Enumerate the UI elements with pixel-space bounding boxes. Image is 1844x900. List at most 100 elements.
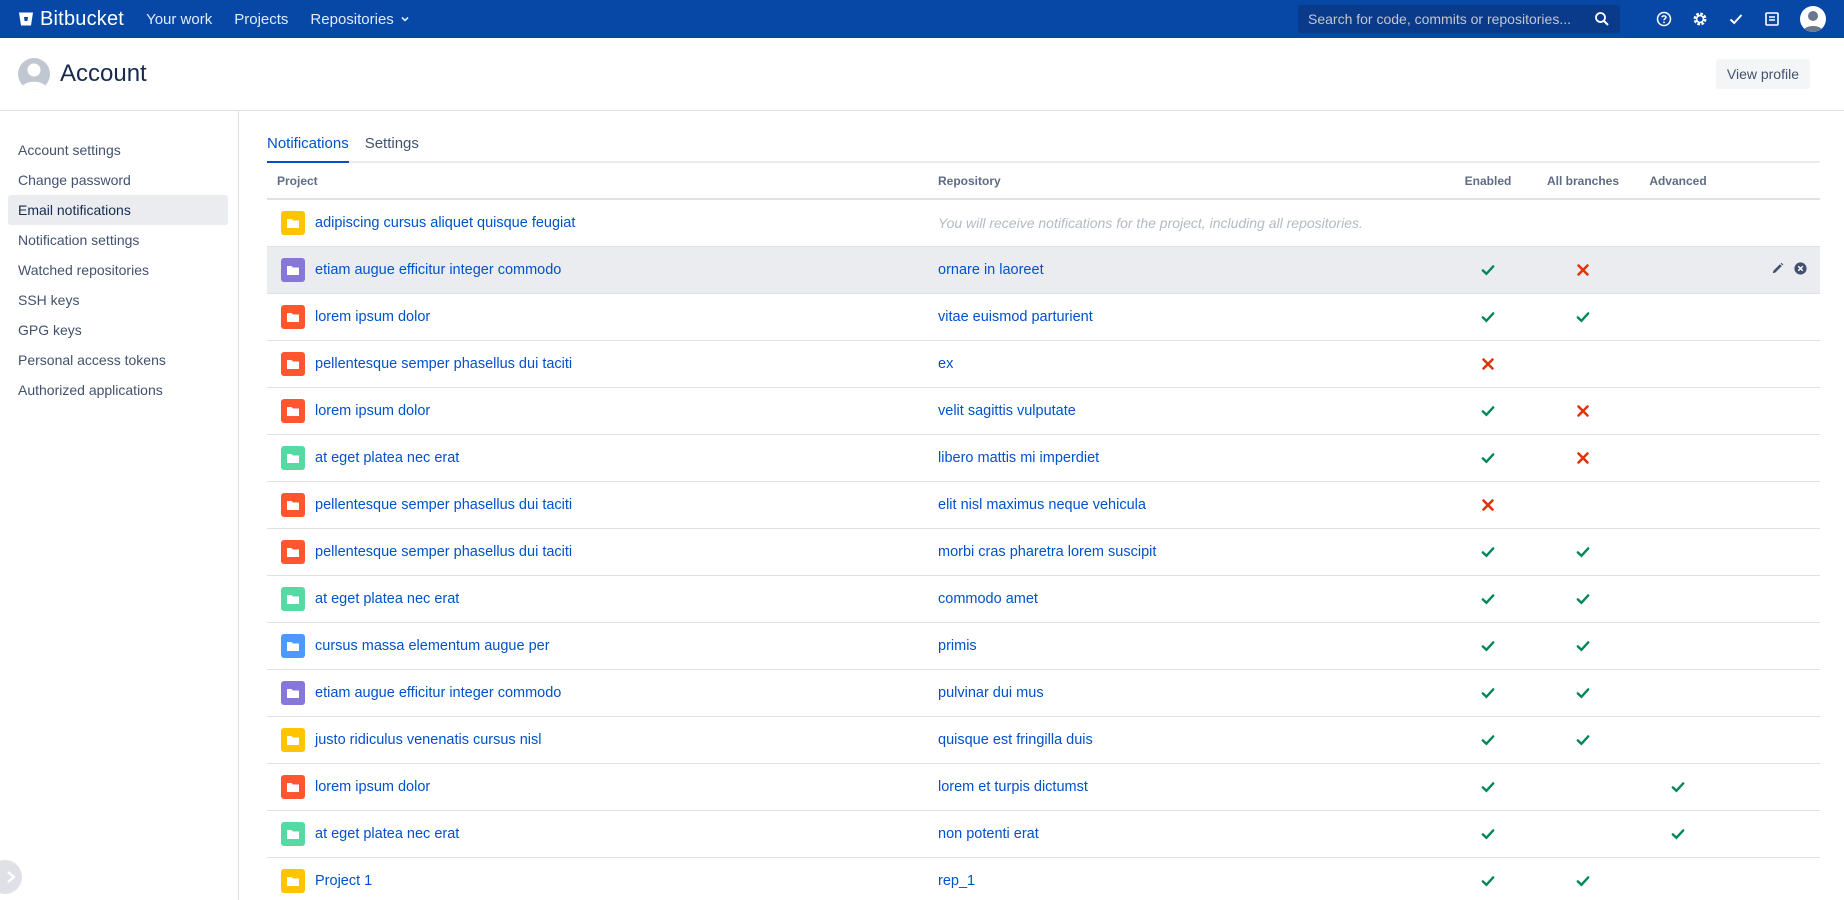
sidebar-item-email-notifications[interactable]: Email notifications <box>8 195 228 225</box>
help-icon[interactable] <box>1654 9 1674 29</box>
nav-your-work[interactable]: Your work <box>146 11 212 28</box>
project-link[interactable]: justo ridiculus venenatis cursus nisl <box>315 732 541 748</box>
table-row[interactable]: pellentesque semper phasellus dui taciti… <box>267 340 1820 388</box>
project-link[interactable]: pellentesque semper phasellus dui taciti <box>315 497 572 513</box>
repository-link[interactable]: morbi cras pharetra lorem suscipit <box>938 544 1156 560</box>
project-link[interactable]: adipiscing cursus aliquet quisque feugia… <box>315 215 575 231</box>
table-body: adipiscing cursus aliquet quisque feugia… <box>267 199 1820 900</box>
table-row[interactable]: lorem ipsum dolor lorem et turpis dictums… <box>267 763 1820 811</box>
page-header: Account View profile <box>0 38 1844 111</box>
user-avatar[interactable] <box>1800 6 1826 32</box>
project-link[interactable]: Project 1 <box>315 873 372 889</box>
table-row[interactable]: at eget platea nec erat commodo amet <box>267 575 1820 623</box>
project-link[interactable]: at eget platea nec erat <box>315 450 459 466</box>
project-link[interactable]: pellentesque semper phasellus dui taciti <box>315 356 572 372</box>
table-row[interactable]: adipiscing cursus aliquet quisque feugia… <box>267 199 1820 247</box>
repository-link[interactable]: quisque est fringilla duis <box>938 732 1093 748</box>
sidebar-item-authorized-applications[interactable]: Authorized applications <box>8 375 228 405</box>
checkmark-icon[interactable] <box>1726 9 1746 29</box>
tab-notifications[interactable]: Notifications <box>267 135 349 163</box>
repository-link[interactable]: primis <box>938 638 977 654</box>
table-row[interactable]: at eget platea nec erat non potenti erat <box>267 810 1820 858</box>
sidebar-item-account-settings[interactable]: Account settings <box>8 135 228 165</box>
repository-link[interactable]: rep_1 <box>938 873 975 889</box>
header-project[interactable]: Project <box>267 163 938 200</box>
table-row[interactable]: etiam augue efficitur integer commodo orn… <box>267 246 1820 294</box>
table-row[interactable]: etiam augue efficitur integer commodo pul… <box>267 669 1820 717</box>
table-row[interactable]: cursus massa elementum augue per primis <box>267 622 1820 670</box>
sidebar-expand-button[interactable] <box>0 860 22 894</box>
view-profile-button[interactable]: View profile <box>1715 59 1810 89</box>
repository-link[interactable]: velit sagittis vulputate <box>938 403 1076 419</box>
project-cell: at eget platea nec erat <box>267 434 938 482</box>
repository-link[interactable]: non potenti erat <box>938 826 1039 842</box>
project-folder-icon <box>281 351 305 376</box>
repository-link[interactable]: vitae euismod parturient <box>938 309 1093 325</box>
enabled-cell <box>1443 716 1533 764</box>
search-icon[interactable] <box>1594 11 1610 27</box>
all-branches-cell <box>1533 293 1633 341</box>
table-row[interactable]: justo ridiculus venenatis cursus nisl qui… <box>267 716 1820 764</box>
project-link[interactable]: at eget platea nec erat <box>315 826 459 842</box>
header-advanced[interactable]: Advanced <box>1633 163 1723 200</box>
header-repository[interactable]: Repository <box>938 163 1443 200</box>
project-link[interactable]: at eget platea nec erat <box>315 591 459 607</box>
project-cell: pellentesque semper phasellus dui taciti <box>267 528 938 576</box>
project-link[interactable]: cursus massa elementum augue per <box>315 638 550 654</box>
bitbucket-logo[interactable]: Bitbucket <box>18 8 124 31</box>
repository-link[interactable]: ex <box>938 356 953 372</box>
tab-settings[interactable]: Settings <box>365 135 419 161</box>
search-input[interactable] <box>1308 11 1588 27</box>
table-row[interactable]: lorem ipsum dolor vitae euismod parturien… <box>267 293 1820 341</box>
table-row[interactable]: pellentesque semper phasellus dui taciti… <box>267 481 1820 529</box>
project-entry: etiam augue efficitur integer commodo <box>277 257 938 282</box>
project-link[interactable]: lorem ipsum dolor <box>315 779 430 795</box>
account-avatar <box>18 58 50 90</box>
account-avatar-icon <box>21 63 47 90</box>
sidebar-item-change-password[interactable]: Change password <box>8 165 228 195</box>
enabled-check-icon <box>1480 402 1496 418</box>
project-cell: etiam augue efficitur integer commodo <box>267 669 938 717</box>
table-row[interactable]: at eget platea nec erat libero mattis mi … <box>267 434 1820 482</box>
search-box[interactable] <box>1298 5 1620 33</box>
enabled-cell <box>1443 669 1533 717</box>
advanced-cell <box>1633 669 1723 717</box>
repository-link[interactable]: elit nisl maximus neque vehicula <box>938 497 1146 513</box>
remove-circle-icon[interactable] <box>1793 261 1808 279</box>
project-link[interactable]: pellentesque semper phasellus dui taciti <box>315 544 572 560</box>
edit-pencil-icon[interactable] <box>1770 261 1785 279</box>
table-row[interactable]: lorem ipsum dolor velit sagittis vulputat… <box>267 387 1820 435</box>
inbox-icon[interactable] <box>1762 9 1782 29</box>
project-link[interactable]: etiam augue efficitur integer commodo <box>315 685 561 701</box>
sidebar-item-gpg-keys[interactable]: GPG keys <box>8 315 228 345</box>
project-link[interactable]: lorem ipsum dolor <box>315 309 430 325</box>
sidebar-item-watched-repositories[interactable]: Watched repositories <box>8 255 228 285</box>
repository-link[interactable]: libero mattis mi imperdiet <box>938 450 1099 466</box>
repository-link[interactable]: lorem et turpis dictumst <box>938 779 1088 795</box>
sidebar-item-notification-settings[interactable]: Notification settings <box>8 225 228 255</box>
all-branches-cell <box>1533 434 1633 482</box>
table-row[interactable]: pellentesque semper phasellus dui taciti… <box>267 528 1820 576</box>
header-enabled[interactable]: Enabled <box>1443 163 1533 200</box>
header-actions <box>1723 163 1820 200</box>
project-link[interactable]: etiam augue efficitur integer commodo <box>315 262 561 278</box>
project-entry: Project 1 <box>277 868 938 893</box>
enabled-cell <box>1443 387 1533 435</box>
project-folder-icon <box>281 257 305 282</box>
repository-link[interactable]: commodo amet <box>938 591 1038 607</box>
table-row[interactable]: Project 1 rep_1 <box>267 857 1820 900</box>
sidebar-item-ssh-keys[interactable]: SSH keys <box>8 285 228 315</box>
project-link[interactable]: lorem ipsum dolor <box>315 403 430 419</box>
gear-icon[interactable] <box>1690 9 1710 29</box>
enabled-cell <box>1443 246 1533 294</box>
project-folder-icon <box>281 727 305 752</box>
nav-repositories[interactable]: Repositories <box>310 11 409 28</box>
repository-cell: velit sagittis vulputate <box>938 387 1443 435</box>
header-all-branches[interactable]: All branches <box>1533 163 1633 200</box>
enabled-cell <box>1443 575 1533 623</box>
nav-projects[interactable]: Projects <box>234 11 288 28</box>
repository-link[interactable]: pulvinar dui mus <box>938 685 1044 701</box>
enabled-check-icon <box>1480 684 1496 700</box>
sidebar-item-personal-access-tokens[interactable]: Personal access tokens <box>8 345 228 375</box>
repository-link[interactable]: ornare in laoreet <box>938 262 1044 278</box>
